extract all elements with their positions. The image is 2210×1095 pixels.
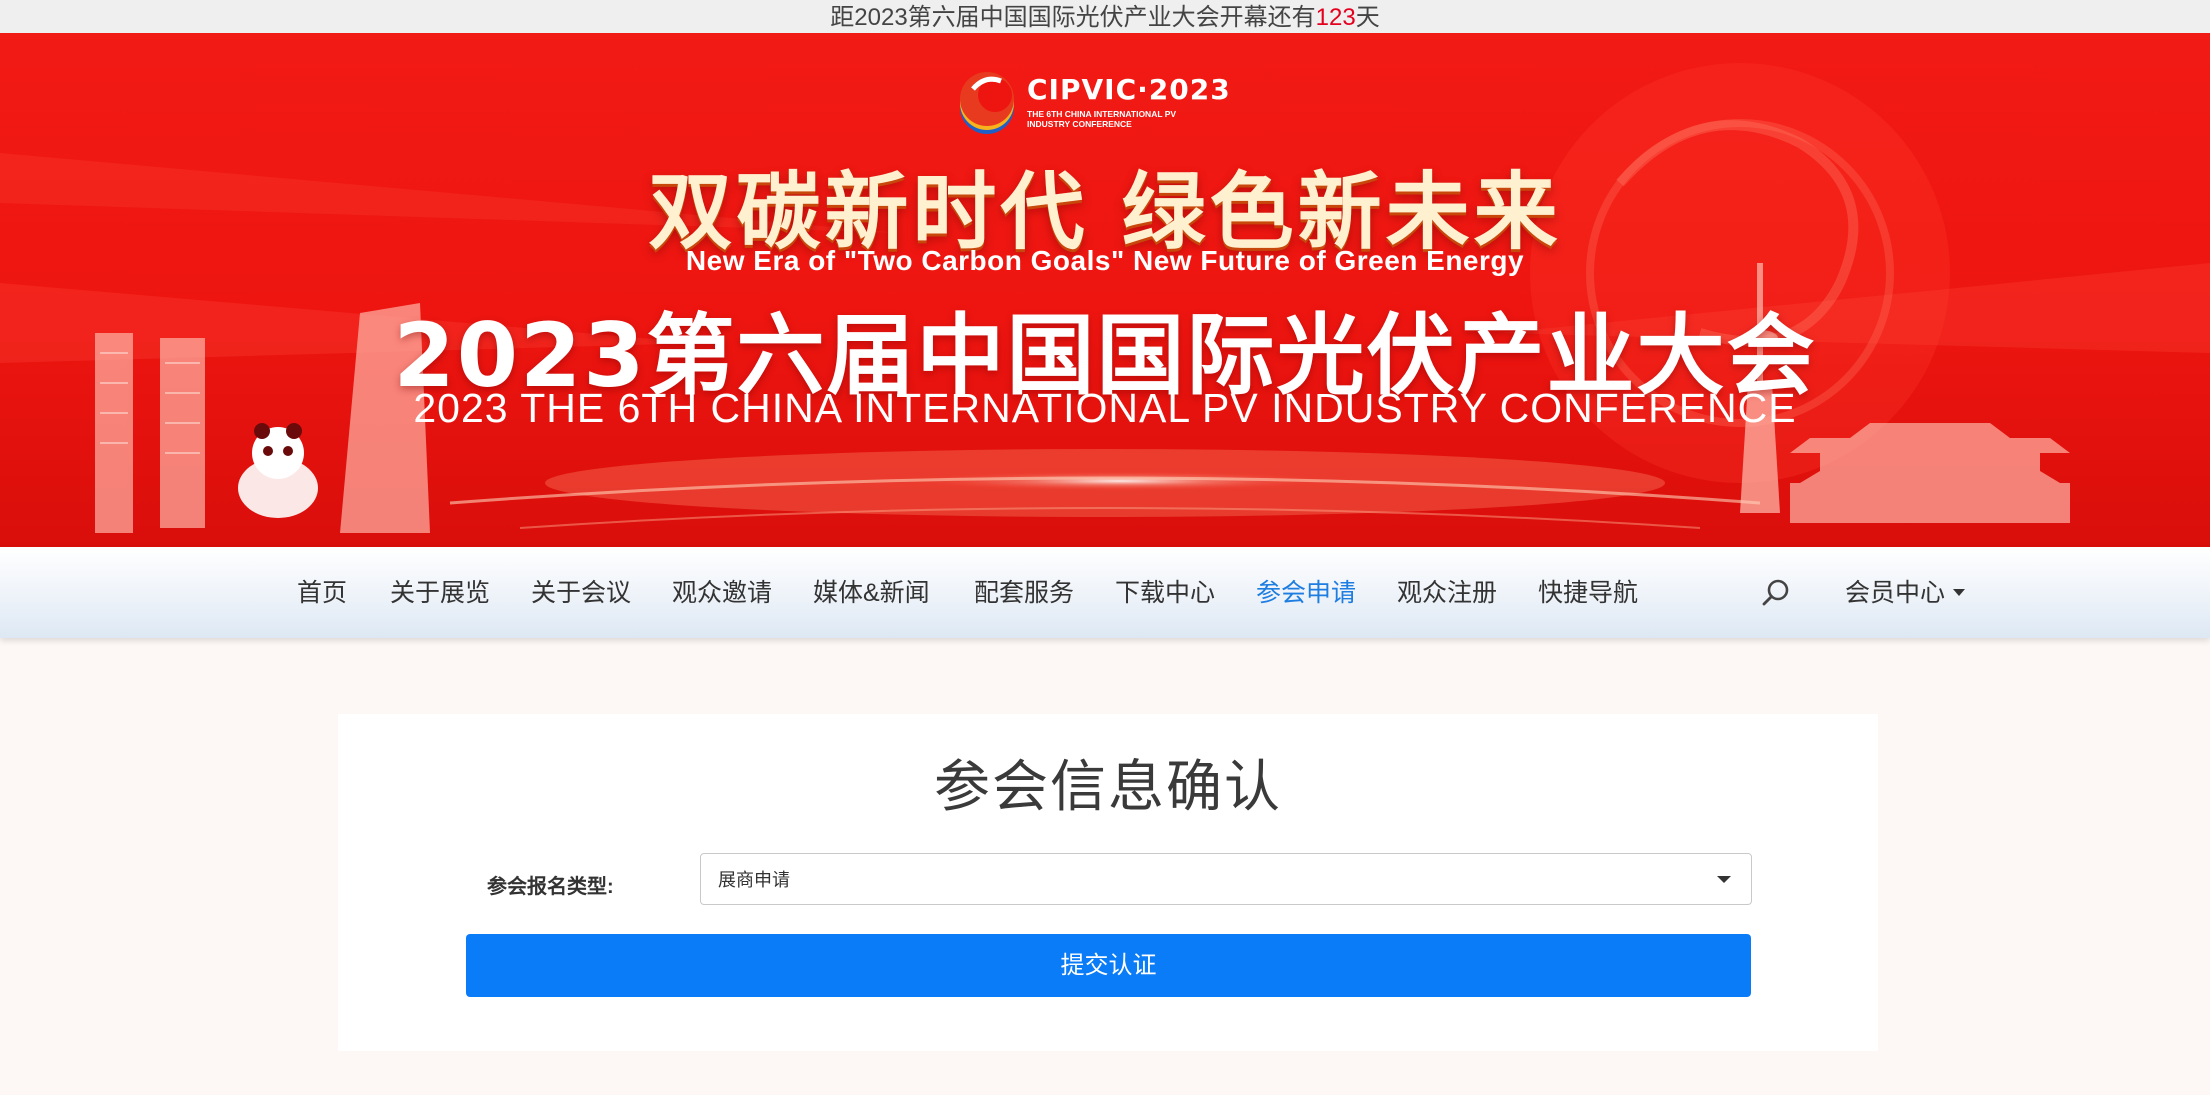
nav-item-about-conference[interactable]: 关于会议 [531,547,631,638]
nav-item-about-exhibition[interactable]: 关于展览 [390,547,490,638]
main-navigation: 首页 关于展览 关于会议 观众邀请 媒体&新闻 配套服务 下载中心 参会申请 观… [0,547,2210,638]
nav-item-media-news[interactable]: 媒体&新闻 [813,547,930,638]
banner-slogan-en: New Era of "Two Carbon Goals" New Future… [685,245,1525,276]
chevron-down-icon [1717,876,1731,883]
registration-type-select[interactable]: 展商申请 [700,853,1752,905]
participation-confirm-card: 参会信息确认 参会报名类型: 展商申请 提交认证 [338,714,1878,1051]
logo-icon [960,72,1014,134]
nav-item-visitor-registration[interactable]: 观众注册 [1397,547,1497,638]
page-title: 参会信息确认 [934,755,1282,818]
countdown-days: 123 [1315,4,1356,31]
nav-item-visitor-invitation[interactable]: 观众邀请 [672,547,772,638]
search-icon[interactable] [1760,577,1792,609]
banner-title-en: 2023 THE 6TH CHINA INTERNATIONAL PV INDU… [413,385,1797,431]
chevron-down-icon [1953,588,1966,596]
countdown-prefix: 距2023第六届中国国际光伏产业大会开幕还有 [830,4,1316,31]
panda-illustration [238,423,318,518]
nav-item-quick-navigation[interactable]: 快捷导航 [1538,547,1638,638]
member-center-label: 会员中心 [1845,579,1946,607]
countdown-bar: 距2023第六届中国国际光伏产业大会开幕还有123天 [0,0,2210,33]
submit-verification-button[interactable]: 提交认证 [466,934,1751,997]
conference-logo[interactable]: CIPVIC·2023 THE 6TH CHINA INTERNATIONAL … [955,71,1230,135]
countdown-suffix: 天 [1355,4,1380,31]
nav-item-download-center[interactable]: 下载中心 [1115,547,1215,638]
hero-banner: CIPVIC·2023 THE 6TH CHINA INTERNATIONAL … [0,33,2210,547]
nav-item-participation-application[interactable]: 参会申请 [1256,547,1356,638]
logo-subtitle: THE 6TH CHINA INTERNATIONAL PV INDUSTRY … [1027,109,1177,129]
nav-item-support-services[interactable]: 配套服务 [974,547,1074,638]
member-center-dropdown[interactable]: 会员中心 [1845,547,1966,638]
nav-item-home[interactable]: 首页 [297,547,347,638]
logo-text: CIPVIC·2023 [1027,73,1231,106]
registration-type-value: 展商申请 [718,870,790,890]
registration-type-label: 参会报名类型: [487,876,614,898]
